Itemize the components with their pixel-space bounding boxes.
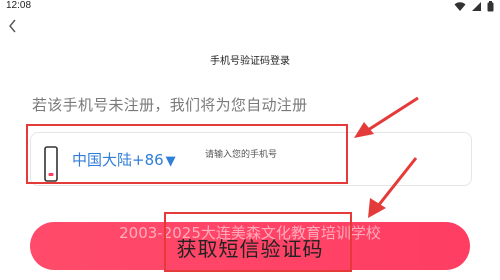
battery-icon <box>487 1 494 12</box>
annotation-arrow-icon <box>354 96 419 138</box>
auto-register-hint: 若该手机号未注册，我们将为您自动注册 <box>32 96 308 114</box>
status-bar: 12:08 <box>0 0 500 14</box>
page-title: 手机号验证码登录 <box>210 56 290 67</box>
status-time: 12:08 <box>6 0 32 11</box>
status-icons <box>454 1 494 13</box>
cellular-signal-icon <box>471 2 481 11</box>
annotation-arrow-icon <box>368 157 418 218</box>
wifi-icon <box>454 2 466 11</box>
annotation-highlight-button <box>164 212 352 272</box>
chevron-left-icon <box>9 19 16 33</box>
annotation-highlight-phone-field <box>26 124 348 184</box>
back-button[interactable] <box>6 18 20 34</box>
